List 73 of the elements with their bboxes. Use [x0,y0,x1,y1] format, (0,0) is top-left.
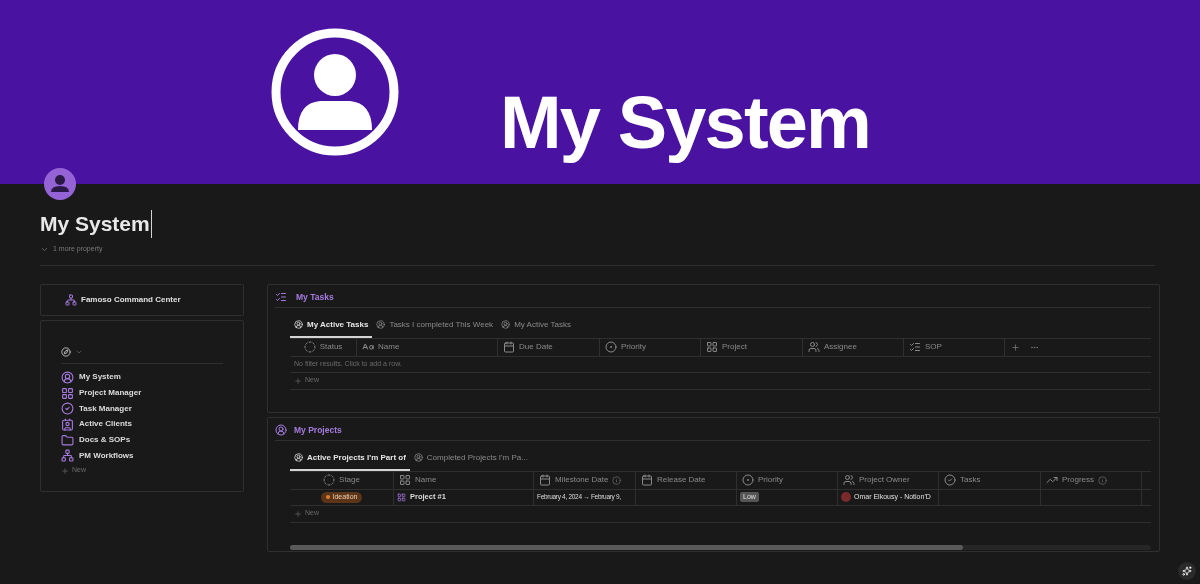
view-tab[interactable]: Tasks I completed This Week [372,313,498,338]
user-icon [376,320,386,329]
grid-icon [397,492,406,502]
page-title[interactable]: My System [40,210,152,238]
calendar-icon [641,474,653,486]
nav-link[interactable]: Project Manager [61,385,223,401]
nav-link[interactable]: Active Clients [61,416,223,433]
add-column-icon[interactable] [1011,342,1020,352]
plus-icon [294,509,302,518]
user-icon [294,453,303,462]
info-icon [1098,475,1107,485]
plus-icon [61,466,69,475]
section-title[interactable]: My Projects [294,423,342,437]
user-icon [61,370,74,384]
column-header[interactable]: Status [290,338,357,356]
sparkle-button[interactable] [1178,562,1196,580]
user-icon [413,453,423,462]
text-icon [362,341,374,353]
workflow-icon [61,449,74,463]
column-header[interactable]: Project Owner [838,471,939,489]
calendar-icon [539,474,551,486]
column-header[interactable]: Stage [290,471,394,489]
section-title[interactable]: My Tasks [296,290,334,304]
column-header[interactable]: Due Date [498,338,600,356]
workspace-name[interactable]: Famoso Command Center [81,293,181,306]
people-icon [808,341,820,353]
chart-icon [1046,474,1058,486]
grid-icon [399,474,411,486]
user-icon [501,320,511,329]
column-header[interactable]: Milestone Date [534,471,636,489]
scrollbar-thumb[interactable] [290,544,963,550]
banner-title: My System [500,79,870,166]
status-icon [303,341,316,353]
grid-icon [61,386,74,400]
check-circle-icon [61,402,74,416]
checklist-icon [909,341,921,353]
user-avatar-icon [270,27,400,157]
view-tab[interactable]: Active Projects I'm Part of [290,446,410,471]
nav-link[interactable]: My System [61,369,223,386]
check-circle-icon [944,474,956,486]
column-header[interactable]: Tasks [939,471,1041,489]
user-icon [294,320,303,329]
horizontal-scrollbar[interactable] [290,544,1151,550]
plus-icon [294,376,302,385]
circle-icon [605,341,617,353]
column-header[interactable]: Release Date [636,471,737,489]
sparkle-icon [1182,566,1192,576]
nav-link[interactable]: Task Manager [61,400,223,417]
status-icon [323,474,336,486]
column-header[interactable]: SOP [904,338,1005,356]
view-tab[interactable]: My Active Tasks [497,313,575,338]
info-icon [612,475,622,485]
column-header[interactable]: Progress [1041,471,1142,489]
column-header[interactable]: Priority [737,471,838,489]
view-tab[interactable]: Completed Projects I'm Pa... [409,446,532,471]
people-icon [843,474,855,486]
column-header[interactable]: Project [701,338,803,356]
column-header[interactable]: Name [357,338,498,356]
checklist-icon [275,291,287,303]
column-header[interactable]: Assignee [803,338,904,356]
user-icon [275,424,287,436]
grid-icon [706,341,718,353]
id-card-icon [61,417,74,431]
view-tab[interactable]: My Active Tasks [290,313,373,338]
column-header[interactable]: Name [394,471,534,489]
page-avatar-icon [44,168,76,200]
folder-icon [61,433,74,447]
nav-link[interactable]: PM Workflows [61,447,223,464]
column-header[interactable]: Priority [600,338,701,356]
calendar-icon [503,341,515,353]
nav-link[interactable]: Docs & SOPs [61,432,223,448]
circle-icon [742,474,754,486]
compass-icon[interactable] [61,346,71,357]
